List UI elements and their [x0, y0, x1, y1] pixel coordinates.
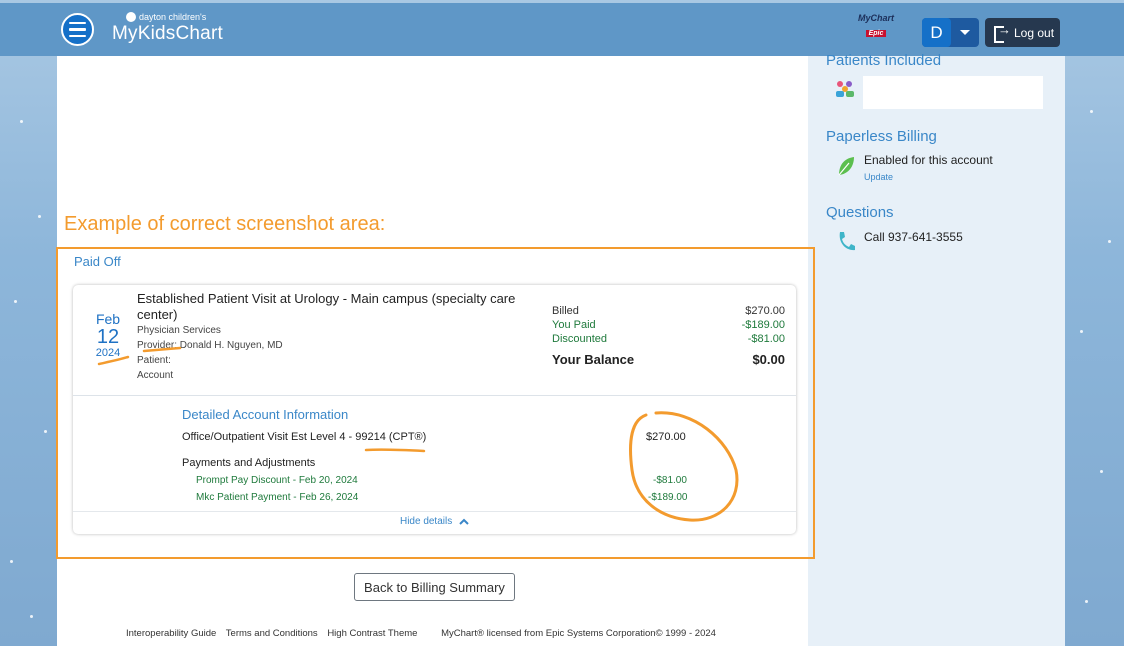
date-day: 12: [96, 326, 120, 348]
app-header: dayton children's MyKidsChart MyChart Ep…: [0, 3, 1124, 56]
patients-included-list: [863, 76, 1043, 109]
visit-title: Established Patient Visit at Urology - M…: [137, 291, 516, 322]
star: [14, 300, 17, 303]
payment-line: Mkc Patient Payment - Feb 26, 2024: [196, 492, 359, 503]
logout-icon: [994, 22, 1011, 43]
hide-details-label: Hide details: [399, 516, 453, 527]
user-menu-button[interactable]: D: [922, 18, 979, 47]
billed-label: Billed: [552, 305, 579, 317]
date-month: Feb: [95, 311, 121, 327]
paperless-billing-heading: Paperless Billing: [826, 128, 937, 145]
star: [1100, 470, 1103, 473]
questions-heading: Questions: [826, 204, 894, 221]
brand-main: MyKidsChart: [112, 23, 223, 44]
paperless-update-link[interactable]: Update: [864, 172, 893, 182]
copyright: MyChart® licensed from Epic Systems Corp…: [441, 628, 716, 639]
payments-heading: Payments and Adjustments: [182, 457, 316, 469]
discount-label: Discounted: [552, 333, 608, 345]
epic-logo-text: Epic: [865, 30, 887, 37]
visit-provider: Provider: Donald H. Nguyen, MD: [137, 340, 283, 351]
footer-link-high-contrast[interactable]: High Contrast Theme: [327, 628, 417, 639]
footer-link-interoperability[interactable]: Interoperability Guide: [126, 628, 216, 639]
payment-amount: -$81.00: [653, 475, 687, 486]
star: [1108, 240, 1111, 243]
questions-phone[interactable]: Call 937-641-3555: [864, 230, 963, 244]
brand-small: dayton children's: [139, 12, 207, 22]
annotation-label: Example of correct screenshot area:: [64, 213, 386, 235]
main-menu-button[interactable]: [61, 13, 94, 46]
star: [1085, 600, 1088, 603]
caret-down-icon: [960, 30, 970, 35]
paperless-status: Enabled for this account: [864, 153, 993, 167]
mykidschart-logo[interactable]: dayton children's MyKidsChart: [112, 12, 223, 45]
balance-value: $0.00: [752, 352, 785, 367]
star: [44, 430, 47, 433]
avatar: D: [922, 18, 951, 47]
footer-link-terms[interactable]: Terms and Conditions: [226, 628, 318, 639]
divider: [73, 511, 796, 512]
mychart-logo-text: MyChart: [858, 13, 895, 23]
billed-value: $270.00: [745, 305, 785, 317]
star: [30, 615, 33, 618]
star: [1080, 330, 1083, 333]
flower-logo-icon: [126, 12, 136, 22]
visit-date: Feb 12 2024: [93, 312, 123, 359]
visit-account: Account: [137, 370, 174, 381]
hide-details-toggle[interactable]: Hide details: [73, 516, 796, 527]
logout-label: Log out: [1014, 25, 1055, 40]
footer: Interoperability Guide Terms and Conditi…: [126, 628, 716, 639]
paid-label: You Paid: [552, 319, 596, 331]
star: [10, 560, 13, 563]
visit-card: Feb 12 2024 Established Patient Visit at…: [73, 285, 796, 534]
balance-label: Your Balance: [552, 352, 635, 367]
visit-service: Physician Services: [137, 325, 221, 336]
payment-amount: -$189.00: [648, 492, 688, 503]
paid-value: -$189.00: [741, 319, 785, 331]
section-title: Paid Off: [74, 254, 121, 269]
chevron-up-icon: [459, 518, 469, 525]
mychart-by-epic-logo: MyChart Epic: [858, 14, 894, 39]
phone-icon: [839, 232, 855, 251]
detail-heading: Detailed Account Information: [182, 407, 349, 422]
discount-value: -$81.00: [747, 333, 785, 345]
patients-included-heading: Patients Included: [826, 52, 942, 69]
divider: [73, 395, 796, 396]
visit-patient: Patient:: [137, 355, 171, 366]
star: [1090, 110, 1093, 113]
hamburger-icon: [69, 21, 86, 25]
patients-icon: [836, 81, 854, 97]
payment-line: Prompt Pay Discount - Feb 20, 2024: [196, 475, 358, 486]
logout-button[interactable]: Log out: [985, 18, 1060, 47]
charge-line: Office/Outpatient Visit Est Level 4 - 99…: [182, 431, 427, 443]
leaf-icon: [838, 157, 854, 176]
date-year: 2024: [95, 347, 121, 359]
star: [20, 120, 23, 123]
charge-amount: $270.00: [646, 431, 686, 443]
star: [38, 215, 41, 218]
back-to-billing-summary-button[interactable]: Back to Billing Summary: [354, 573, 515, 601]
